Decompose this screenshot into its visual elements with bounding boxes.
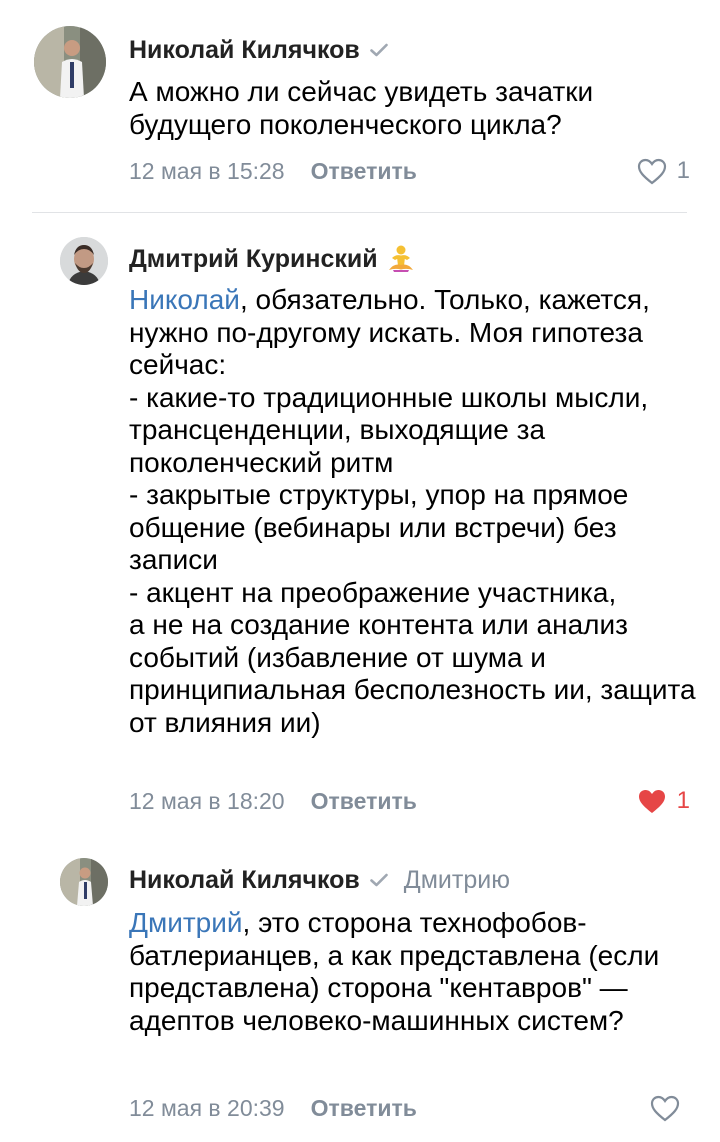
comment-date[interactable]: 12 мая в 18:20 [129,788,285,815]
like-button[interactable]: 1 [637,157,690,185]
reply-button[interactable]: Ответить [311,1095,417,1122]
reply-to-link[interactable]: Дмитрию [404,866,510,895]
author-row: Дмитрий Куринский [129,243,416,275]
comment-text: Николай, обязательно. Только, кажется, н… [129,284,696,738]
avatar[interactable] [60,858,108,906]
person-in-lotus-position-icon [386,244,416,274]
like-button[interactable] [650,1095,690,1122]
author-name[interactable]: Николай Килячков [129,866,360,895]
like-count: 1 [676,157,690,184]
comment-text: Дмитрий, это сторона технофобов-батлериа… [129,907,660,1036]
like-count: 1 [676,787,690,814]
divider [32,212,687,213]
avatar[interactable] [34,26,106,98]
author-name[interactable]: Николай Килячков [129,36,360,65]
comment-text: А можно ли сейчас увидеть зачатки будуще… [129,76,594,140]
avatar-photo [34,26,106,98]
avatar[interactable] [60,237,108,285]
mention-link[interactable]: Дмитрий [129,907,243,938]
comment-meta: 12 мая в 20:39 Ответить [129,1093,690,1123]
like-button[interactable]: 1 [637,787,690,815]
avatar-photo [60,237,108,285]
verified-icon [369,873,388,887]
heart-outline-icon [650,1095,680,1121]
verified-icon [369,43,388,57]
heart-filled-icon [638,789,665,813]
mention-link[interactable]: Николай [129,284,240,315]
heart-outline-icon [637,158,666,184]
comment-date[interactable]: 12 мая в 15:28 [129,158,285,185]
avatar-photo [60,858,108,906]
reply-button[interactable]: Ответить [311,788,417,815]
author-row: Николай Килячков [129,34,388,66]
reply-button[interactable]: Ответить [311,158,417,185]
comment-meta: 12 мая в 18:20 Ответить 1 [129,786,690,816]
comment-date[interactable]: 12 мая в 20:39 [129,1095,285,1122]
comment-meta: 12 мая в 15:28 Ответить 1 [129,156,690,186]
author-name[interactable]: Дмитрий Куринский [129,245,378,274]
author-row: Николай Килячков Дмитрию [129,864,510,896]
